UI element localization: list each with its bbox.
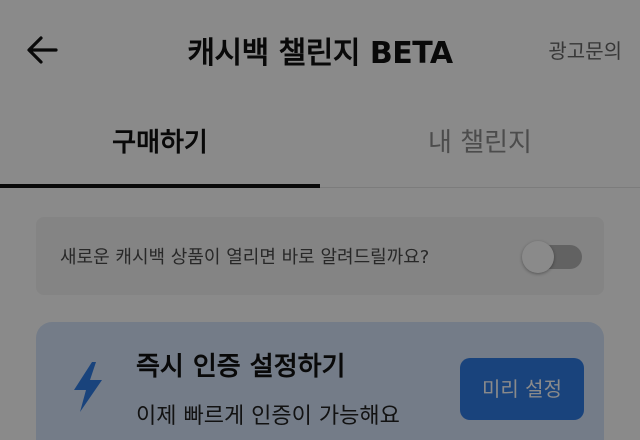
preset-button[interactable]: 미리 설정: [460, 358, 584, 420]
tab-my-challenge[interactable]: 내 챌린지: [320, 112, 640, 188]
notification-toggle[interactable]: [522, 241, 582, 273]
tab-purchase[interactable]: 구매하기: [0, 112, 320, 188]
page-title: 캐시백 챌린지 BETA: [187, 36, 453, 71]
notification-text: 새로운 캐시백 상품이 열리면 바로 알려드릴까요?: [60, 247, 430, 268]
instant-verification-card: 즉시 인증 설정하기 이제 빠르게 인증이 가능해요 미리 설정: [36, 322, 604, 440]
lightning-bolt-icon: [74, 362, 102, 412]
card-title: 즉시 인증 설정하기: [136, 352, 346, 382]
app-screen: 캐시백 챌린지 BETA 광고문의 구매하기 내 챌린지 새로운 캐시백 상품이…: [0, 0, 640, 440]
ad-inquiry-link[interactable]: 광고문의: [548, 35, 622, 64]
toggle-knob: [522, 241, 554, 273]
header: 캐시백 챌린지 BETA 광고문의: [0, 0, 640, 100]
card-subtitle: 이제 빠르게 인증이 가능해요: [136, 404, 400, 429]
tab-bar: 구매하기 내 챌린지: [0, 112, 640, 188]
new-product-notification-row: 새로운 캐시백 상품이 열리면 바로 알려드릴까요?: [36, 217, 604, 295]
active-tab-indicator: [0, 184, 320, 188]
